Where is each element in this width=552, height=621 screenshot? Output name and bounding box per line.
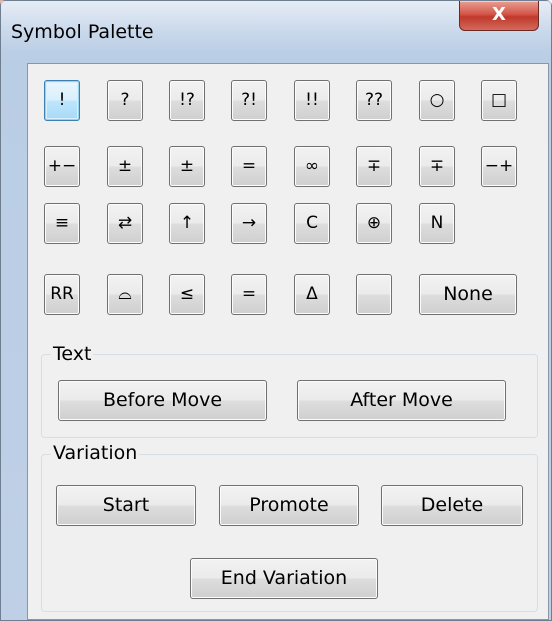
symbol-button-initiative[interactable]: ↑ — [169, 203, 205, 244]
symbol-button-question-exclam[interactable]: ?! — [231, 80, 267, 121]
symbol-button-novelty[interactable]: N — [419, 203, 455, 244]
after-move-button[interactable]: After Move — [297, 380, 506, 421]
symbol-button-unclear[interactable]: ∞ — [294, 146, 330, 187]
none-button[interactable]: None — [419, 274, 517, 315]
symbol-button-delta[interactable]: Δ — [294, 274, 330, 315]
symbol-button-white-slightly[interactable]: ± — [169, 146, 205, 187]
symbol-button-black-decisive[interactable]: −+ — [481, 146, 517, 187]
symbol-button-black-better[interactable]: ∓ — [419, 146, 455, 187]
symbol-button-equal-alt[interactable]: = — [231, 274, 267, 315]
variation-group-label: Variation — [51, 442, 140, 464]
palette-content: ! ? !? ?! !! ?? ○ □ +− ± ± = ∞ ∓ ∓ −+ ≡ … — [27, 63, 549, 620]
symbol-button-attack[interactable]: → — [231, 203, 267, 244]
symbol-button-blank[interactable] — [356, 274, 392, 315]
symbol-button-exclam-question[interactable]: !? — [169, 80, 205, 121]
symbol-button-time-trouble[interactable]: ⊕ — [356, 203, 392, 244]
symbol-button-white-decisive[interactable]: +− — [44, 146, 80, 187]
symbol-button-double-question[interactable]: ?? — [356, 80, 392, 121]
close-icon: X — [492, 4, 506, 25]
symbol-button-double-exclam[interactable]: !! — [294, 80, 330, 121]
symbol-button-editorial[interactable]: RR — [44, 274, 80, 315]
symbol-button-circle[interactable]: ○ — [419, 80, 455, 121]
symbol-button-compensation[interactable]: ≡ — [44, 203, 80, 244]
before-move-button[interactable]: Before Move — [58, 380, 267, 421]
symbol-button-white-better[interactable]: ± — [107, 146, 143, 187]
promote-button[interactable]: Promote — [219, 485, 359, 526]
symbol-button-counterplay[interactable]: ⇄ — [107, 203, 143, 244]
window-title: Symbol Palette — [11, 21, 154, 43]
start-button[interactable]: Start — [56, 485, 196, 526]
symbol-button-black-slightly[interactable]: ∓ — [356, 146, 392, 187]
symbol-button-square[interactable]: □ — [481, 80, 517, 121]
symbol-palette-window: Symbol Palette X ! ? !? ?! !! ?? ○ □ +− … — [0, 0, 552, 621]
symbol-button-with-idea[interactable]: ⌓ — [107, 274, 143, 315]
delete-button[interactable]: Delete — [381, 485, 523, 526]
symbol-button-exclam[interactable]: ! — [44, 80, 80, 121]
symbol-button-question[interactable]: ? — [107, 80, 143, 121]
text-group-label: Text — [51, 343, 94, 365]
symbol-button-zugzwang[interactable]: C — [294, 203, 330, 244]
symbol-button-equal[interactable]: = — [231, 146, 267, 187]
close-button[interactable]: X — [459, 1, 539, 31]
title-bar[interactable]: Symbol Palette X — [1, 1, 551, 53]
symbol-button-worse-is[interactable]: ≤ — [169, 274, 205, 315]
end-variation-button[interactable]: End Variation — [190, 558, 378, 599]
